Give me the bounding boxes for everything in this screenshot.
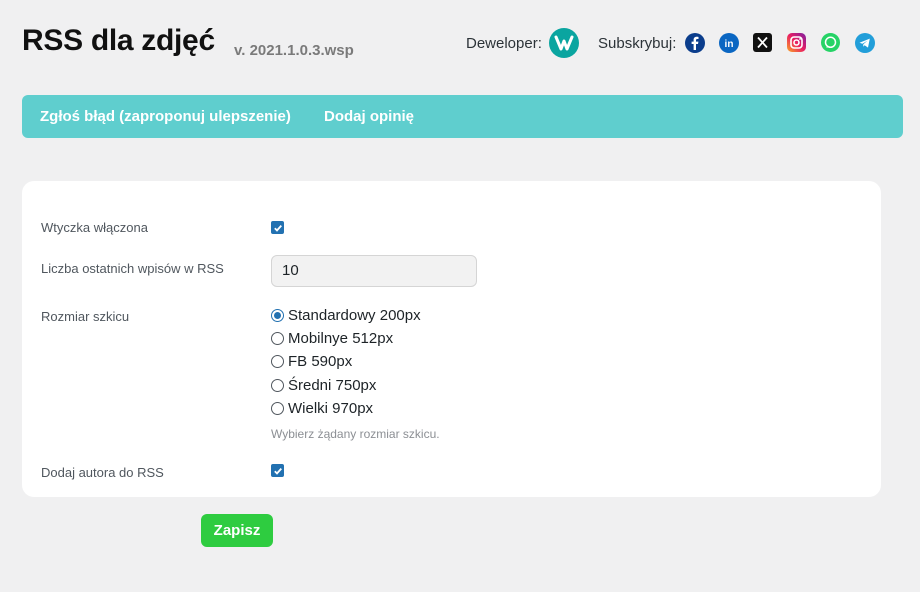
size-option-fb[interactable]: FB 590px	[271, 351, 352, 371]
x-icon[interactable]	[752, 32, 773, 53]
add-author-checkbox[interactable]	[271, 464, 284, 477]
size-hint: Wybierz żądany rozmiar szkicu.	[271, 427, 440, 441]
svg-text:in: in	[724, 39, 733, 50]
page-header: RSS dla zdjęć v. 2021.1.0.3.wsp Dewelope…	[22, 24, 898, 68]
plugin-enabled-checkbox[interactable]	[271, 221, 284, 234]
checkmark-icon	[273, 467, 282, 475]
save-button[interactable]: Zapisz	[201, 514, 273, 547]
radio-button[interactable]	[271, 378, 284, 392]
size-option-mobile[interactable]: Mobilnye 512px	[271, 328, 393, 348]
developer-label: Deweloper:	[466, 35, 542, 52]
instagram-icon[interactable]	[786, 32, 807, 53]
size-option-large[interactable]: Wielki 970px	[271, 398, 373, 418]
size-option-label: Mobilnye 512px	[288, 329, 394, 347]
telegram-icon[interactable]	[854, 32, 875, 53]
facebook-icon[interactable]	[684, 32, 705, 53]
radio-button-checked[interactable]	[271, 308, 284, 322]
report-bug-link[interactable]: Zgłoś błąd (zaproponuj ulepszenie)	[40, 108, 291, 125]
size-option-label: Standardowy 200px	[288, 306, 421, 324]
thumbnail-size-label: Rozmiar szkicu	[41, 309, 130, 324]
settings-card: Wtyczka włączona Liczba ostatnich wpisów…	[22, 181, 881, 497]
post-count-label: Liczba ostatnich wpisów w RSS	[41, 261, 224, 276]
size-option-label: FB 590px	[288, 352, 353, 370]
action-navbar: Zgłoś błąd (zaproponuj ulepszenie) Dodaj…	[22, 95, 903, 138]
add-review-link[interactable]: Dodaj opinię	[324, 108, 414, 125]
radio-button[interactable]	[271, 354, 284, 368]
size-option-standard[interactable]: Standardowy 200px	[271, 305, 421, 325]
whatsapp-icon[interactable]	[820, 32, 841, 53]
version-label: v. 2021.1.0.3.wsp	[234, 42, 354, 59]
add-author-label: Dodaj autora do RSS	[41, 465, 164, 480]
size-option-label: Wielki 970px	[288, 399, 374, 417]
page-title: RSS dla zdjęć	[22, 24, 215, 57]
plugin-enabled-label: Wtyczka włączona	[41, 220, 148, 235]
radio-button[interactable]	[271, 401, 284, 415]
post-count-input[interactable]: 10	[271, 255, 477, 287]
linkedin-icon[interactable]: in	[718, 32, 739, 53]
subscribe-label: Subskrybuj:	[598, 35, 677, 52]
radio-button[interactable]	[271, 331, 284, 345]
size-option-label: Średni 750px	[288, 376, 377, 394]
developer-logo-icon[interactable]	[549, 28, 579, 58]
size-option-medium[interactable]: Średni 750px	[271, 375, 376, 395]
checkmark-icon	[273, 224, 282, 232]
